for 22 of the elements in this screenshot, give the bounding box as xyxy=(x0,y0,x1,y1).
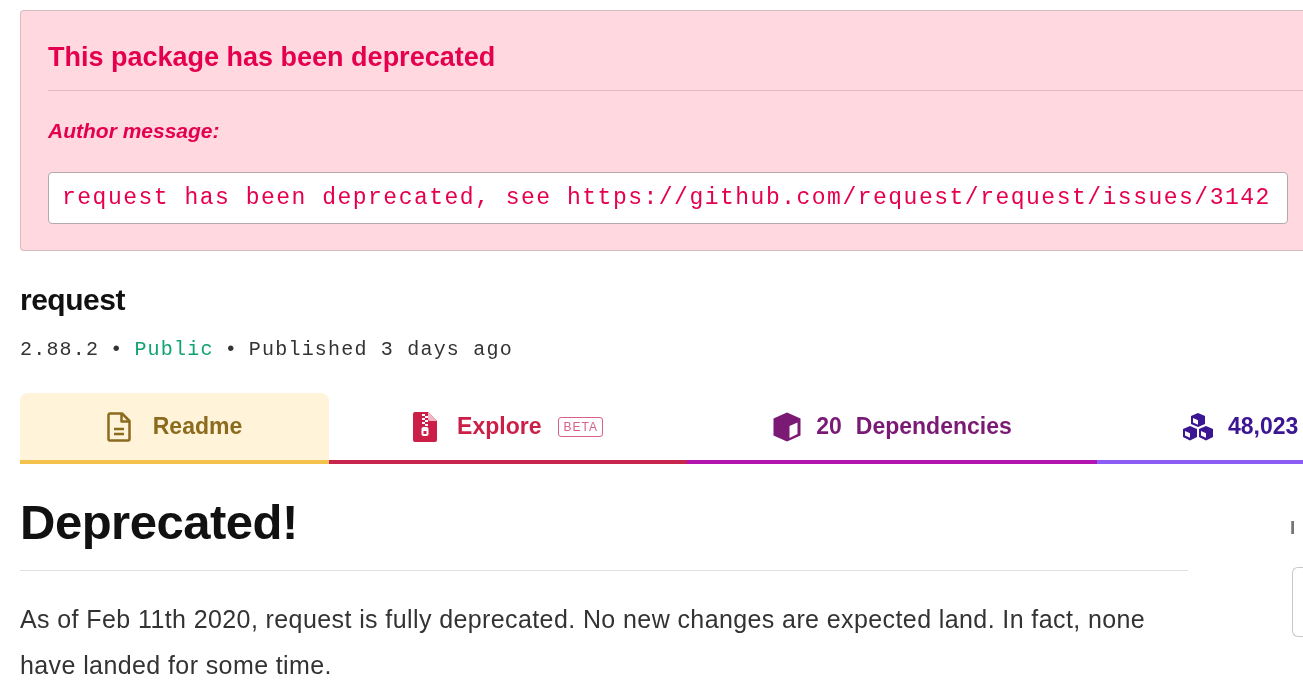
notice-title: This package has been deprecated xyxy=(48,41,496,74)
visibility-label: Public xyxy=(134,337,214,363)
separator-dot: • xyxy=(224,337,238,363)
separator-dot: • xyxy=(110,337,124,363)
cubes-icon xyxy=(1182,412,1214,441)
beta-badge: BETA xyxy=(558,416,603,437)
document-icon xyxy=(106,411,131,442)
author-message-label: Author message: xyxy=(48,118,220,144)
sidebar-label: I xyxy=(1290,518,1296,538)
package-version: 2.88.2 xyxy=(20,337,100,363)
readme-paragraph: As of Feb 11th 2020, request is fully deprecated. No new changes are expected land. In fact, none have landed for some time. xyxy=(20,604,1147,681)
cube-icon xyxy=(772,411,803,442)
readme-heading: Deprecated! xyxy=(20,494,298,551)
tab[interactable]: Explore BETA xyxy=(329,393,687,464)
package-name: request xyxy=(20,282,125,318)
tab[interactable]: 20 Dependencies xyxy=(687,393,1097,464)
tab[interactable]: 48,023 xyxy=(1097,393,1303,464)
zip-file-icon xyxy=(413,411,438,442)
author-message-text: request has been deprecated, see https://github.com/request/request/issues/3142 xyxy=(62,183,1271,213)
tab[interactable]: Readme xyxy=(20,393,329,464)
input-field[interactable] xyxy=(1292,567,1303,637)
published-date: Published 3 days ago xyxy=(248,337,513,363)
